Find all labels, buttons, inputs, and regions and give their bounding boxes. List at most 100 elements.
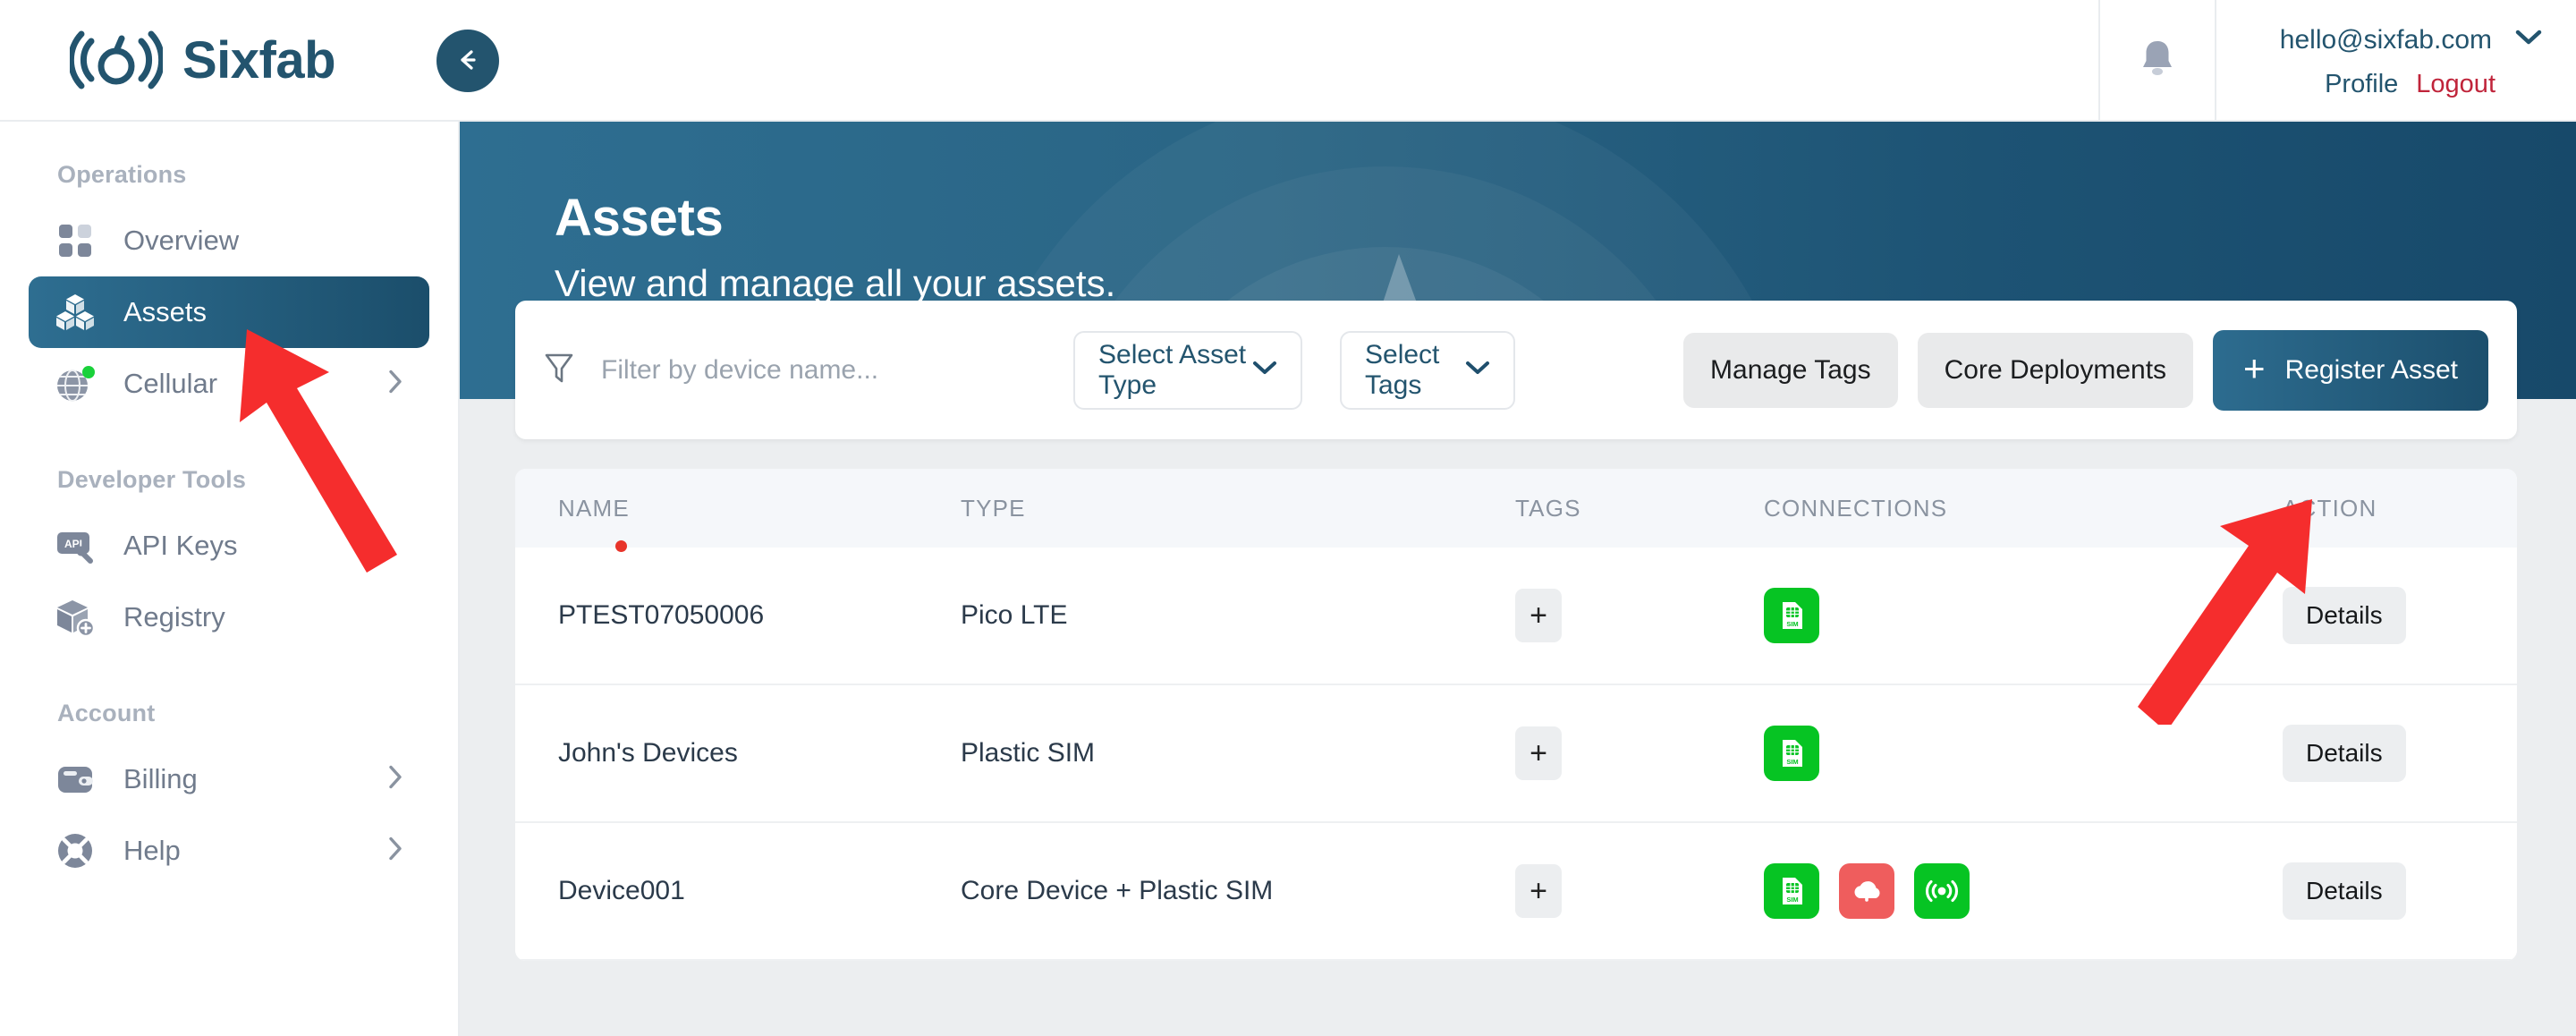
chevron-right-icon[interactable]	[386, 369, 404, 400]
funnel-icon	[544, 351, 574, 389]
arrow-left-icon	[453, 46, 482, 77]
search-input[interactable]	[601, 354, 995, 386]
column-header-connections: CONNECTIONS	[1764, 494, 1948, 522]
svg-text:SIM: SIM	[1786, 620, 1798, 628]
add-tag-button[interactable]: +	[1515, 726, 1562, 780]
table-row[interactable]: PTEST07050006 Pico LTE + SIM Details	[515, 548, 2517, 685]
cell-tags: +	[1515, 726, 1764, 780]
cell-action: Details	[2283, 587, 2515, 644]
filter-search-group[interactable]	[544, 351, 1009, 389]
sidebar-item-label: API Keys	[123, 530, 238, 561]
cell-type: Core Device + Plastic SIM	[961, 876, 1274, 905]
brand[interactable]: Sixfab	[67, 23, 336, 97]
banner-text: Assets View and manage all your assets.	[555, 188, 1115, 305]
column-header-tags: TAGS	[1515, 494, 1581, 522]
sim-card-icon[interactable]: SIM	[1764, 588, 1819, 643]
cell-connections: SIM	[1764, 588, 2283, 643]
sidebar-item-label: Registry	[123, 601, 225, 633]
column-header-name: NAME	[558, 494, 630, 522]
user-email: hello@sixfab.com	[2279, 24, 2492, 55]
user-links: Profile Logout	[2325, 70, 2542, 99]
sidebar-item-cellular[interactable]: Cellular	[29, 348, 429, 420]
bell-icon	[2138, 38, 2177, 83]
sidebar-item-label: Cellular	[123, 368, 218, 399]
cell-tags: +	[1515, 864, 1764, 918]
add-tag-button[interactable]: +	[1515, 589, 1562, 642]
svg-text:SIM: SIM	[1786, 758, 1798, 766]
user-menu[interactable]: hello@sixfab.com Profile Logout	[2216, 0, 2576, 120]
register-asset-button[interactable]: + Register Asset	[2213, 329, 2488, 411]
table-row[interactable]: John's Devices Plastic SIM + SIM Details	[515, 685, 2517, 823]
tags-select-label: Select Tags	[1365, 339, 1440, 400]
top-bar: Sixfab hello@sixfab.com Profile Logout	[0, 0, 2576, 122]
sidebar-collapse-button[interactable]	[436, 30, 499, 92]
sidebar-item-help[interactable]: Help	[29, 815, 429, 887]
globe-icon	[54, 362, 97, 405]
cell-name: Device001	[558, 876, 685, 905]
core-deployments-button[interactable]: Core Deployments	[1917, 332, 2194, 408]
details-button[interactable]: Details	[2283, 725, 2406, 782]
assets-table: NAME TYPE TAGS CONNECTIONS ACTION PTEST0…	[515, 469, 2517, 961]
cell-connections: SIM	[1764, 726, 2283, 781]
profile-link[interactable]: Profile	[2325, 70, 2398, 99]
connection-icon-list: SIM	[1764, 588, 2283, 643]
page-subtitle: View and manage all your assets.	[555, 262, 1116, 304]
sim-card-icon[interactable]: SIM	[1764, 863, 1819, 919]
chevron-right-icon[interactable]	[386, 836, 404, 867]
asset-type-select[interactable]: Select Asset Type	[1073, 330, 1302, 410]
grid-icon	[54, 219, 97, 262]
sidebar-item-registry[interactable]: Registry	[29, 582, 429, 653]
cloud-upload-icon[interactable]	[1839, 863, 1894, 919]
cell-tags: +	[1515, 589, 1764, 642]
plus-icon: +	[2243, 346, 2266, 389]
sidebar-item-overview[interactable]: Overview	[29, 205, 429, 276]
sidebar-item-label: Help	[123, 835, 181, 866]
filter-actions: Manage Tags Core Deployments + Register …	[1683, 329, 2488, 411]
table-header-row: NAME TYPE TAGS CONNECTIONS ACTION	[515, 469, 2517, 548]
cell-connections: SIM	[1764, 863, 2283, 919]
chevron-down-icon[interactable]	[2515, 29, 2542, 51]
sidebar-item-label: Overview	[123, 225, 240, 256]
box-plus-icon	[54, 596, 97, 639]
sidebar-item-assets[interactable]: Assets	[29, 276, 429, 348]
sidebar-item-label: Billing	[123, 763, 198, 794]
logout-link[interactable]: Logout	[2416, 70, 2496, 99]
chevron-right-icon[interactable]	[386, 764, 404, 795]
lifebuoy-icon	[54, 829, 97, 872]
sim-card-icon[interactable]: SIM	[1764, 726, 1819, 781]
connection-icon-list: SIM	[1764, 863, 2283, 919]
cell-name: PTEST07050006	[558, 600, 765, 630]
sidebar-group-operations-title: Operations	[57, 161, 187, 188]
register-asset-label: Register Asset	[2284, 354, 2458, 385]
broadcast-icon[interactable]	[1914, 863, 1970, 919]
details-button[interactable]: Details	[2283, 587, 2406, 644]
cell-type: Pico LTE	[961, 600, 1068, 630]
main-content: Assets View and manage all your assets. …	[460, 122, 2576, 1036]
column-header-type: TYPE	[961, 494, 1026, 522]
notifications-button[interactable]	[2098, 0, 2216, 120]
column-header-action: ACTION	[2283, 494, 2377, 522]
brand-name: Sixfab	[182, 30, 336, 89]
sidebar-item-api-keys[interactable]: API API Keys	[29, 510, 429, 582]
tags-select[interactable]: Select Tags	[1340, 330, 1515, 410]
cell-action: Details	[2283, 725, 2515, 782]
connection-icon-list: SIM	[1764, 726, 2283, 781]
user-row[interactable]: hello@sixfab.com	[2280, 25, 2542, 55]
sidebar: Operations Overview Assets Cellular Deve…	[0, 122, 460, 1036]
wallet-icon	[54, 758, 97, 801]
cell-type: Plastic SIM	[961, 738, 1096, 768]
api-wrench-icon: API	[54, 524, 97, 567]
page-title: Assets	[555, 189, 724, 247]
annotation-dot	[615, 540, 627, 552]
chevron-down-icon	[1465, 360, 1490, 380]
sixfab-logo-icon	[67, 23, 165, 97]
table-row[interactable]: Device001 Core Device + Plastic SIM + SI…	[515, 823, 2517, 961]
details-button[interactable]: Details	[2283, 862, 2406, 920]
sidebar-item-label: Assets	[123, 296, 208, 327]
sidebar-group-developer-tools-title: Developer Tools	[57, 466, 247, 493]
add-tag-button[interactable]: +	[1515, 864, 1562, 918]
app-root: Sixfab hello@sixfab.com Profile Logout O…	[0, 0, 2576, 1036]
asset-type-select-label: Select Asset Type	[1098, 339, 1247, 400]
sidebar-item-billing[interactable]: Billing	[29, 743, 429, 815]
manage-tags-button[interactable]: Manage Tags	[1683, 332, 1898, 408]
